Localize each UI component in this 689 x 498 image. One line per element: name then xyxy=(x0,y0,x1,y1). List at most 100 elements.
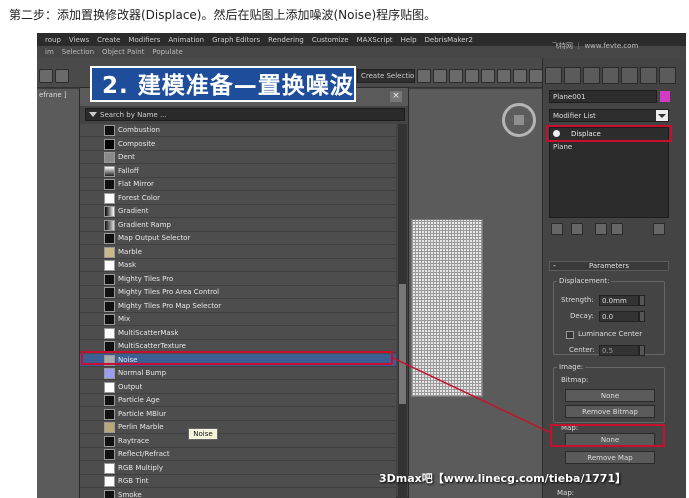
schematic-icon[interactable] xyxy=(497,69,511,83)
close-icon[interactable]: × xyxy=(390,91,402,102)
list-item[interactable]: Flat Mirror xyxy=(80,178,396,191)
map-swatch-icon xyxy=(104,273,115,285)
parameters-rollout-header[interactable]: Parameters xyxy=(549,261,669,271)
displacement-label: Displacement: xyxy=(557,277,612,285)
make-unique-icon[interactable] xyxy=(595,223,607,235)
luminance-center-checkbox[interactable] xyxy=(566,331,574,339)
mirror-icon[interactable] xyxy=(417,69,431,83)
list-scrollbar[interactable] xyxy=(398,124,407,498)
display-tab-icon[interactable] xyxy=(621,67,638,84)
list-item[interactable]: Marble xyxy=(80,246,396,259)
viewcube-icon[interactable] xyxy=(502,103,536,137)
spinner-arrows-icon[interactable] xyxy=(639,345,645,356)
list-item[interactable]: Falloff xyxy=(80,165,396,178)
decay-spinner[interactable]: 0.0 xyxy=(599,311,639,322)
remove-map-button[interactable]: Remove Map xyxy=(565,451,655,464)
list-item[interactable]: Gradient xyxy=(80,205,396,218)
map-swatch-icon xyxy=(104,435,115,447)
ribbon-tab-populate[interactable]: Populate xyxy=(152,48,182,56)
menu-modifiers[interactable]: Modifiers xyxy=(128,36,160,44)
map-swatch-icon xyxy=(104,476,115,487)
stack-item-plane[interactable]: Plane xyxy=(553,141,572,153)
modifier-list-dropdown[interactable]: Modifier List xyxy=(549,109,669,122)
list-item[interactable]: MultiScatterMask xyxy=(80,327,396,340)
spinner-arrows-icon[interactable] xyxy=(639,295,645,306)
toolbar-tool-icon[interactable] xyxy=(39,69,53,83)
footer-watermark: 3Dmax吧【www.linecg.com/tieba/1771】 xyxy=(379,472,627,485)
list-item[interactable]: Mighty Tiles Pro xyxy=(80,273,396,286)
list-item[interactable]: Gradient Ramp xyxy=(80,219,396,232)
strength-spinner[interactable]: 0.0mm xyxy=(599,295,639,306)
selection-set-dropdown[interactable]: Create Selection Se xyxy=(357,69,415,83)
list-item[interactable]: Map Output Selector xyxy=(80,232,396,245)
menu-customize[interactable]: Customize xyxy=(312,36,349,44)
create-tab-icon[interactable] xyxy=(545,67,562,84)
menu-views[interactable]: Views xyxy=(69,36,89,44)
hammer-icon[interactable] xyxy=(659,67,676,84)
list-item[interactable]: Output xyxy=(80,381,396,394)
ribbon-tab-selection[interactable]: Selection xyxy=(62,48,94,56)
curve-editor-icon[interactable] xyxy=(481,69,495,83)
list-item[interactable]: Particle Age xyxy=(80,394,396,407)
list-item[interactable]: RGB Tint xyxy=(80,475,396,488)
bitmap-none-button[interactable]: None xyxy=(565,389,655,402)
ribbon-tab-object-paint[interactable]: Object Paint xyxy=(102,48,144,56)
show-end-result-icon[interactable] xyxy=(571,223,583,235)
hierarchy-tab-icon[interactable] xyxy=(583,67,600,84)
configure-sets-icon[interactable] xyxy=(653,223,665,235)
motion-tab-icon[interactable] xyxy=(602,67,619,84)
list-item[interactable]: Normal Bump xyxy=(80,367,396,380)
list-item[interactable]: Smoke xyxy=(80,489,396,498)
object-color-swatch[interactable] xyxy=(660,91,670,102)
search-input[interactable]: Search by Name ... xyxy=(85,108,405,121)
render-setup-icon[interactable] xyxy=(529,69,543,83)
ribbon-tab-modeling[interactable]: im xyxy=(45,48,54,56)
utilities-tab-icon[interactable] xyxy=(640,67,657,84)
list-item[interactable]: Mighty Tiles Pro Map Selector xyxy=(80,300,396,313)
remove-modifier-icon[interactable] xyxy=(611,223,623,235)
list-item[interactable]: Reflect/Refract xyxy=(80,448,396,461)
list-item[interactable]: RGB Multiply xyxy=(80,462,396,475)
map-swatch-icon xyxy=(104,489,115,498)
list-item[interactable]: Mix xyxy=(80,313,396,326)
material-editor-icon[interactable] xyxy=(513,69,527,83)
layer-icon[interactable] xyxy=(449,69,463,83)
object-name-field[interactable]: Plane001 xyxy=(549,90,657,103)
map-label-bottom: Map: xyxy=(557,489,575,497)
menu-animation[interactable]: Animation xyxy=(168,36,204,44)
list-item[interactable]: Dent xyxy=(80,151,396,164)
align-icon[interactable] xyxy=(433,69,447,83)
modify-tab-icon[interactable] xyxy=(564,67,581,84)
remove-bitmap-button[interactable]: Remove Bitmap xyxy=(565,405,655,418)
top-watermark: 飞特网 ｜ www.fevte.com xyxy=(552,42,639,50)
menu-graph-editors[interactable]: Graph Editors xyxy=(212,36,260,44)
list-item[interactable]: Particle MBlur xyxy=(80,408,396,421)
menu-maxscript[interactable]: MAXScript xyxy=(357,36,393,44)
list-item[interactable]: Forest Color xyxy=(80,192,396,205)
pin-stack-icon[interactable] xyxy=(551,223,563,235)
menu-debrismaker[interactable]: DebrisMaker2 xyxy=(425,36,473,44)
list-item[interactable]: Perlin Marble xyxy=(80,421,396,434)
menu-group[interactable]: roup xyxy=(45,36,61,44)
collapse-icon[interactable]: - xyxy=(553,261,556,270)
list-item[interactable]: Composite xyxy=(80,138,396,151)
map-swatch-icon xyxy=(104,462,115,474)
menu-help[interactable]: Help xyxy=(401,36,417,44)
menu-create[interactable]: Create xyxy=(97,36,120,44)
spinner-arrows-icon[interactable] xyxy=(639,311,645,322)
map-swatch-icon xyxy=(104,327,115,339)
menu-rendering[interactable]: Rendering xyxy=(268,36,304,44)
list-item[interactable]: Raytrace xyxy=(80,435,396,448)
list-item[interactable]: Mask xyxy=(80,259,396,272)
center-spinner[interactable]: 0.5 xyxy=(599,345,639,356)
noise-tooltip: Noise xyxy=(188,428,218,440)
graphite-icon[interactable] xyxy=(465,69,479,83)
toolbar-tool-icon[interactable] xyxy=(55,69,69,83)
list-item[interactable]: Combustion xyxy=(80,124,396,137)
map-swatch-icon xyxy=(104,449,115,460)
map-swatch-icon xyxy=(104,287,115,298)
plane-object[interactable] xyxy=(411,219,483,397)
viewport-label[interactable]: efrane ] xyxy=(39,91,67,99)
chevron-down-icon[interactable] xyxy=(656,110,668,121)
list-item[interactable]: Mighty Tiles Pro Area Control xyxy=(80,286,396,299)
